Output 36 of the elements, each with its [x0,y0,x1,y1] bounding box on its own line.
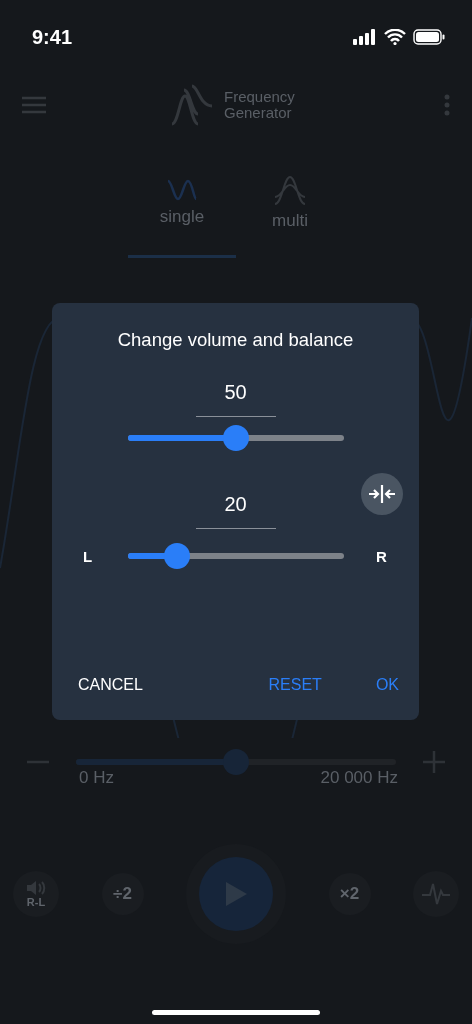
play-button[interactable] [199,857,273,931]
slider-thumb[interactable] [164,543,191,569]
center-arrows-icon [368,484,396,504]
plus-icon[interactable] [420,748,448,776]
multiply-button[interactable]: ×2 [328,873,371,915]
right-label: R [376,547,388,565]
left-label: L [83,547,94,565]
dialog-button[interactable]: CANCEL [78,676,143,694]
slider-thumb[interactable] [223,749,249,775]
speaker-button[interactable]: R-L [13,871,59,917]
signal-icon [353,29,377,45]
wifi-icon [384,29,406,45]
more-icon[interactable] [444,94,450,116]
dialog-title: Change volume and balance [117,329,354,351]
speaker-icon [26,880,46,896]
min-frequency-label: 0 Hz [79,768,114,788]
max-frequency-label: 20 000 Hz [320,768,398,788]
play-icon [224,881,248,907]
mode-tab[interactable]: multi [236,150,344,258]
menu-icon[interactable] [22,96,46,114]
status-time: 9:41 [32,25,73,49]
sine-wave-icon [166,178,198,201]
divide-button[interactable]: ÷2 [101,873,144,915]
logo-icon [170,84,214,126]
balance-field[interactable]: 20 [195,493,276,529]
battery-icon [413,29,446,45]
volume-field[interactable]: 50 [195,381,276,417]
app-title: Frequency Generator [224,89,296,121]
balance-slider[interactable] [127,543,344,569]
dialog-button[interactable]: OK [375,676,399,694]
mode-tab[interactable]: single [128,150,236,258]
center-balance-button[interactable] [361,473,403,515]
slider-thumb[interactable] [222,425,249,451]
double-wave-icon [274,174,306,205]
volume-slider[interactable] [127,425,344,451]
dialog-button[interactable]: RESET [268,676,322,694]
